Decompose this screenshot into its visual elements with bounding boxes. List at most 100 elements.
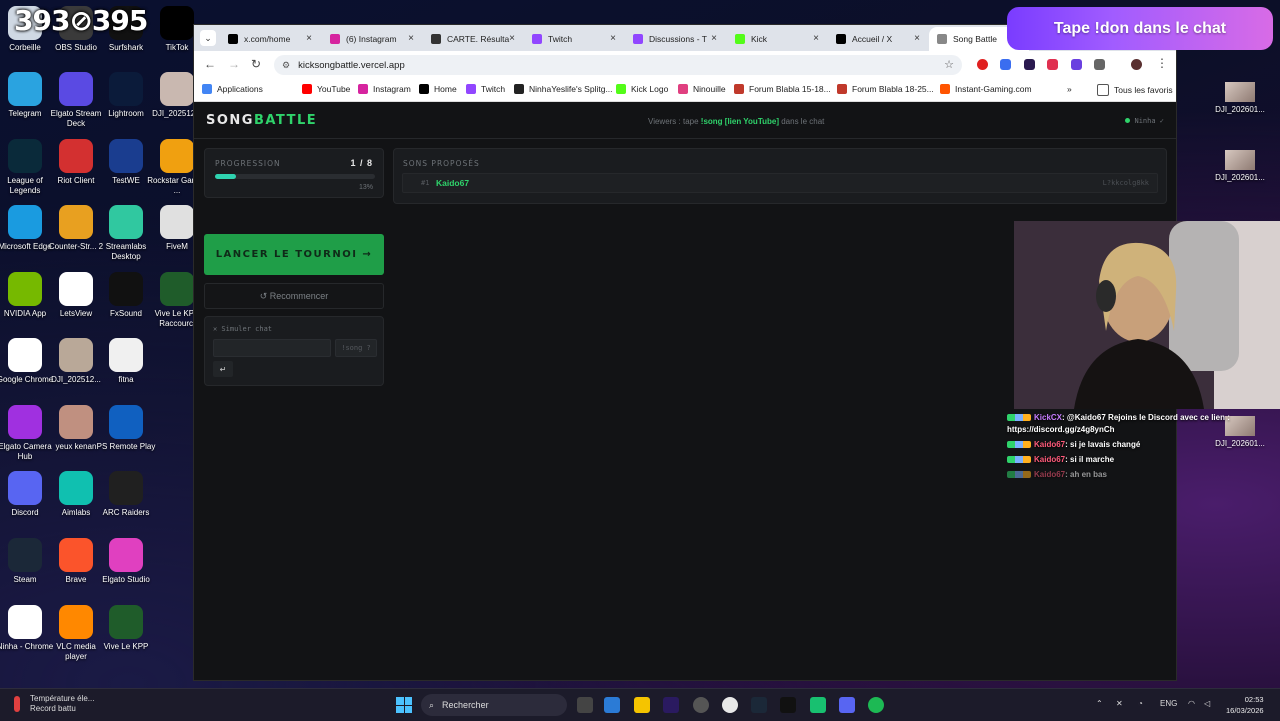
bookmark-item[interactable]: Forum Blabla 18-25... <box>837 84 934 94</box>
volume-icon[interactable]: ◁ <box>1204 699 1210 708</box>
tab-close-icon[interactable]: × <box>610 33 616 44</box>
wifi-icon[interactable]: ◠ <box>1188 699 1195 708</box>
browser-tab[interactable]: Accueil / X × <box>828 27 928 51</box>
bookmark-item[interactable]: Instant-Gaming.com <box>940 84 1032 94</box>
logo-part-battle: BATTLE <box>253 113 318 128</box>
desktop-image-file[interactable]: DJI_202601... <box>1209 150 1271 182</box>
song-id: L?kkcolg8kk <box>1102 179 1149 187</box>
tab-search-dropdown-icon[interactable]: ⌄ <box>200 30 216 46</box>
browser-tab[interactable]: Twitch × <box>524 27 624 51</box>
simulate-command-field[interactable]: !song ? <box>335 339 377 357</box>
site-info-icon[interactable]: ⚙ <box>282 60 290 71</box>
address-bar[interactable]: ⚙ kicksongbattle.vercel.app ☆ <box>274 55 962 75</box>
tab-close-icon[interactable]: × <box>711 33 717 44</box>
bookmark-item[interactable]: YouTube <box>302 84 350 94</box>
tab-close-icon[interactable]: × <box>813 33 819 44</box>
tab-close-icon[interactable]: × <box>914 33 920 44</box>
premiere-icon[interactable] <box>663 697 679 713</box>
desktop-image-file[interactable]: DJI_202601... <box>1209 82 1271 114</box>
reload-icon[interactable]: ↻ <box>251 57 261 71</box>
bookmarks-overflow-icon[interactable]: » <box>1067 84 1072 94</box>
browser-tab[interactable]: x.com/home × <box>220 27 320 51</box>
discord-taskbar-icon[interactable] <box>839 697 855 713</box>
desktop-icon[interactable]: Vive Le KPP <box>95 605 157 652</box>
bookmark-label: NinhaYeslife's Splitg... <box>529 84 613 94</box>
tab-favicon-icon <box>735 34 745 44</box>
bookmark-favicon-icon <box>837 84 847 94</box>
folder-icon[interactable] <box>634 697 650 713</box>
progress-count: 1 / 8 <box>350 158 373 168</box>
lightroom-icon <box>109 72 143 106</box>
simulate-chat-input[interactable] <box>213 339 331 357</box>
forward-arrow-icon[interactable]: → <box>228 57 240 71</box>
restart-button[interactable]: ↺ Recommencer <box>204 283 384 309</box>
bookmark-label: Ninouille <box>693 84 726 94</box>
extension-blue-icon[interactable] <box>1000 59 1011 70</box>
browser-tab[interactable]: Kick × <box>727 27 827 51</box>
steam-taskbar-icon[interactable] <box>751 697 767 713</box>
taskbar-search[interactable]: ⌕ Rechercher <box>421 694 567 716</box>
tab-close-icon[interactable]: × <box>509 33 515 44</box>
viewer-hint: Viewers : tape !song [lien YouTube] dans… <box>648 117 824 126</box>
letsview-icon <box>59 272 93 306</box>
start-button[interactable] <box>396 697 412 713</box>
fivem-icon <box>160 205 194 239</box>
chrome-icon <box>8 605 42 639</box>
chrome-taskbar-icon[interactable] <box>722 697 738 713</box>
tray-overflow-icon[interactable]: ⌃ <box>1096 699 1103 708</box>
chat-message: KickCX: @Kaido67 Rejoins le Discord avec… <box>1007 412 1267 436</box>
extension-dark-icon[interactable] <box>1024 59 1035 70</box>
tiktok-taskbar-icon[interactable] <box>780 697 796 713</box>
all-bookmarks[interactable]: Tous les favoris <box>1097 84 1173 96</box>
back-arrow-icon[interactable]: ← <box>204 57 216 71</box>
bookmark-star-icon[interactable]: ☆ <box>944 58 954 71</box>
profile-avatar[interactable] <box>1131 59 1142 70</box>
file-explorer-icon[interactable] <box>577 697 593 713</box>
bookmark-item[interactable]: Applications <box>202 84 263 94</box>
extension-red-icon[interactable] <box>977 59 988 70</box>
launch-tournament-button[interactable]: LANCER LE TOURNOI → <box>204 234 384 275</box>
desktop-image-label: DJI_202601... <box>1215 105 1265 114</box>
logo-part-song: SONG <box>206 113 254 128</box>
obs-taskbar-icon[interactable] <box>693 697 709 713</box>
simulate-send-button[interactable]: ↵ <box>213 361 233 377</box>
tray-app-icon[interactable]: ◔ <box>1138 699 1143 708</box>
song-number: #1 <box>421 179 430 187</box>
bookmark-favicon-icon <box>734 84 744 94</box>
bookmark-item[interactable]: Kick Logo <box>616 84 668 94</box>
copilot-icon[interactable] <box>604 697 620 713</box>
clock[interactable]: 02:53 16/03/2026 <box>1226 694 1264 716</box>
bookmark-item[interactable]: Ninouille <box>678 84 726 94</box>
desktop-image-label: DJI_202601... <box>1215 173 1265 182</box>
bookmark-item[interactable]: Forum Blabla 15-18... <box>734 84 831 94</box>
tab-label: Accueil / X <box>852 34 893 44</box>
extension-shield-icon[interactable] <box>1071 59 1082 70</box>
tray-mute-icon[interactable]: ✕ <box>1116 699 1123 708</box>
chat-message: Kaido67: si je lavais changé <box>1007 439 1267 451</box>
bookmark-item[interactable]: Instagram <box>358 84 411 94</box>
bookmark-item[interactable]: Twitch <box>466 84 505 94</box>
bookmark-item[interactable]: NinhaYeslife's Splitg... <box>514 84 613 94</box>
nvidia-icon <box>8 272 42 306</box>
app-taskbar-icon[interactable] <box>810 697 826 713</box>
language-indicator[interactable]: ENG <box>1160 699 1177 708</box>
browser-tab[interactable]: Discussions - T × <box>625 27 725 51</box>
tab-close-icon[interactable]: × <box>408 33 414 44</box>
image-thumbnail-icon <box>1225 82 1255 102</box>
desktop-icon[interactable]: ARC Raiders <box>95 471 157 518</box>
extensions-puzzle-icon[interactable] <box>1094 59 1105 70</box>
desktop-icon[interactable]: Elgato Studio <box>95 538 157 585</box>
bookmark-item[interactable]: Home <box>419 84 457 94</box>
browser-tab[interactable]: CARTE. Résulta × <box>423 27 523 51</box>
desktop-icon[interactable]: fitna <box>95 338 157 385</box>
weather-widget[interactable]: Température éle... Record battu <box>14 694 94 714</box>
tab-close-icon[interactable]: × <box>306 33 312 44</box>
kpp-icon <box>109 605 143 639</box>
browser-tab[interactable]: (6) Instagram × <box>322 27 422 51</box>
song-row[interactable]: #1 Kaido67 L?kkcolg8kk <box>402 173 1158 193</box>
extension-pink-icon[interactable] <box>1047 59 1058 70</box>
menu-kebab-icon[interactable]: ⋮ <box>1156 56 1168 70</box>
user-name: Ninha ✓ <box>1134 117 1164 125</box>
spotify-taskbar-icon[interactable] <box>868 697 884 713</box>
desktop-icon[interactable]: PS Remote Play <box>95 405 157 452</box>
